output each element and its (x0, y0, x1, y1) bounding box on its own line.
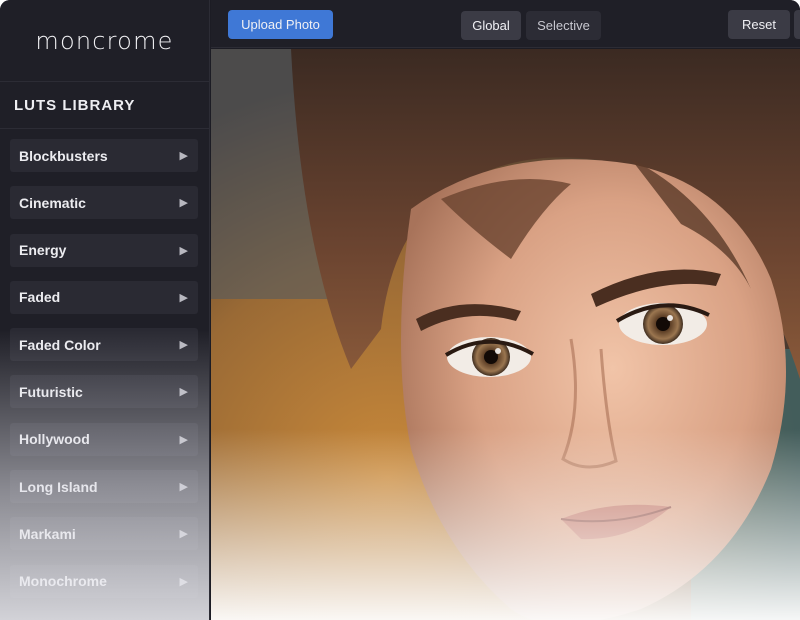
toolbar-overflow-button[interactable] (794, 10, 800, 39)
triangle-right-icon: ▶ (179, 150, 188, 162)
triangle-right-icon: ▶ (179, 575, 188, 588)
triangle-right-icon: ▶ (179, 528, 188, 541)
toolbar: Upload Photo Global Selective Reset (211, 0, 800, 48)
lut-item-markami[interactable]: Markami ▶ (10, 517, 198, 551)
triangle-right-icon: ▶ (179, 244, 188, 257)
triangle-right-icon: ▶ (179, 386, 188, 399)
triangle-right-icon: ▶ (179, 197, 188, 210)
lut-list: Blockbusters ▶ Cinematic ▶ Energy ▶ Fade… (10, 139, 198, 612)
lut-item-futuristic[interactable]: Futuristic ▶ (10, 375, 198, 409)
lut-item-cinematic[interactable]: Cinematic ▶ (10, 186, 198, 220)
triangle-right-icon: ▶ (179, 291, 188, 304)
lut-item-faded-color[interactable]: Faded Color ▶ (10, 328, 198, 362)
lut-item-label: Energy (19, 242, 67, 259)
sidebar: moncrome LUTS LIBRARY Blockbusters ▶ Cin… (0, 0, 210, 620)
mode-selective-button[interactable]: Selective (526, 11, 601, 40)
lut-item-faded[interactable]: Faded ▶ (10, 280, 198, 314)
reset-button[interactable]: Reset (728, 10, 790, 39)
photo-canvas[interactable] (211, 49, 800, 620)
brand-logo: moncrome (0, 0, 209, 82)
lut-item-monochrome[interactable]: Monochrome ▶ (10, 564, 198, 598)
app-window: moncrome LUTS LIBRARY Blockbusters ▶ Cin… (0, 0, 800, 620)
lut-item-hollywood[interactable]: Hollywood ▶ (10, 422, 198, 456)
lut-item-label: Blockbusters (19, 147, 108, 164)
lut-item-label: Hollywood (19, 431, 90, 448)
upload-photo-button[interactable]: Upload Photo (228, 10, 333, 39)
lut-item-label: Faded Color (19, 336, 101, 353)
portrait-photo (211, 49, 800, 620)
lut-item-long-island[interactable]: Long Island ▶ (10, 470, 198, 504)
triangle-right-icon: ▶ (179, 481, 188, 494)
lut-item-blockbusters[interactable]: Blockbusters ▶ (10, 139, 198, 172)
triangle-right-icon: ▶ (179, 433, 188, 446)
lut-item-label: Cinematic (19, 194, 86, 211)
lut-item-label: Markami (19, 525, 76, 542)
lut-item-label: Faded (19, 289, 61, 306)
luts-library-title: LUTS LIBRARY (0, 82, 209, 129)
lut-item-energy[interactable]: Energy ▶ (10, 233, 198, 267)
lut-item-label: Futuristic (19, 383, 83, 400)
lut-item-label: Long Island (19, 478, 98, 495)
triangle-right-icon: ▶ (179, 339, 188, 352)
lut-item-label: Monochrome (19, 573, 107, 590)
mode-global-button[interactable]: Global (461, 11, 521, 40)
